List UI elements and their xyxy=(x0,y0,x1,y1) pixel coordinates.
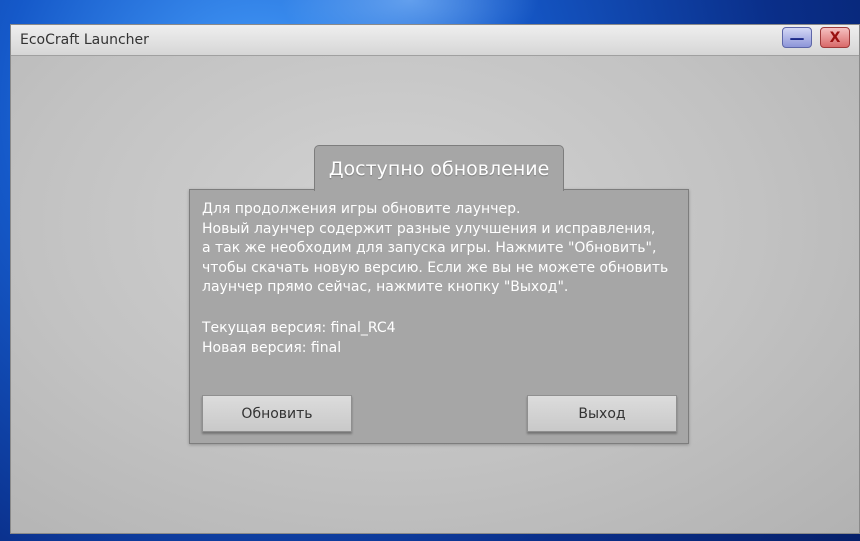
message-line: чтобы скачать новую версию. Если же вы н… xyxy=(202,259,669,276)
new-version: Новая версия: final xyxy=(202,339,342,356)
minimize-button[interactable]: — xyxy=(782,27,812,48)
version-info: Текущая версия: final_RC4 Новая версия: … xyxy=(202,319,396,358)
dialog-tab-joint xyxy=(315,188,563,191)
message-line: а так же необходим для запуска игры. Наж… xyxy=(202,240,657,256)
close-button[interactable]: X xyxy=(820,27,850,48)
exit-button[interactable]: Выход xyxy=(527,395,677,432)
launcher-window: EcoCraft Launcher — X Доступно обновлени… xyxy=(10,24,860,534)
window-content: Доступно обновление Для продолжения игры… xyxy=(11,56,859,533)
update-dialog: Для продолжения игры обновите лаунчер. Н… xyxy=(189,189,689,444)
close-icon: X xyxy=(829,29,841,46)
message-line: Для продолжения игры обновите лаунчер. xyxy=(202,201,521,217)
window-title: EcoCraft Launcher xyxy=(20,32,149,48)
update-button[interactable]: Обновить xyxy=(202,395,352,432)
title-bar[interactable]: EcoCraft Launcher — X xyxy=(11,25,859,56)
update-message: Для продолжения игры обновите лаунчер. Н… xyxy=(202,200,682,298)
message-line: Новый лаунчер содержит разные улучшения … xyxy=(202,220,656,237)
message-line: лаунчер прямо сейчас, нажмите кнопку "Вы… xyxy=(202,279,569,295)
dialog-title: Доступно обновление xyxy=(328,157,550,180)
current-version: Текущая версия: final_RC4 xyxy=(202,320,396,336)
dialog-header-tab: Доступно обновление xyxy=(314,145,564,191)
minimize-icon: — xyxy=(789,28,805,47)
